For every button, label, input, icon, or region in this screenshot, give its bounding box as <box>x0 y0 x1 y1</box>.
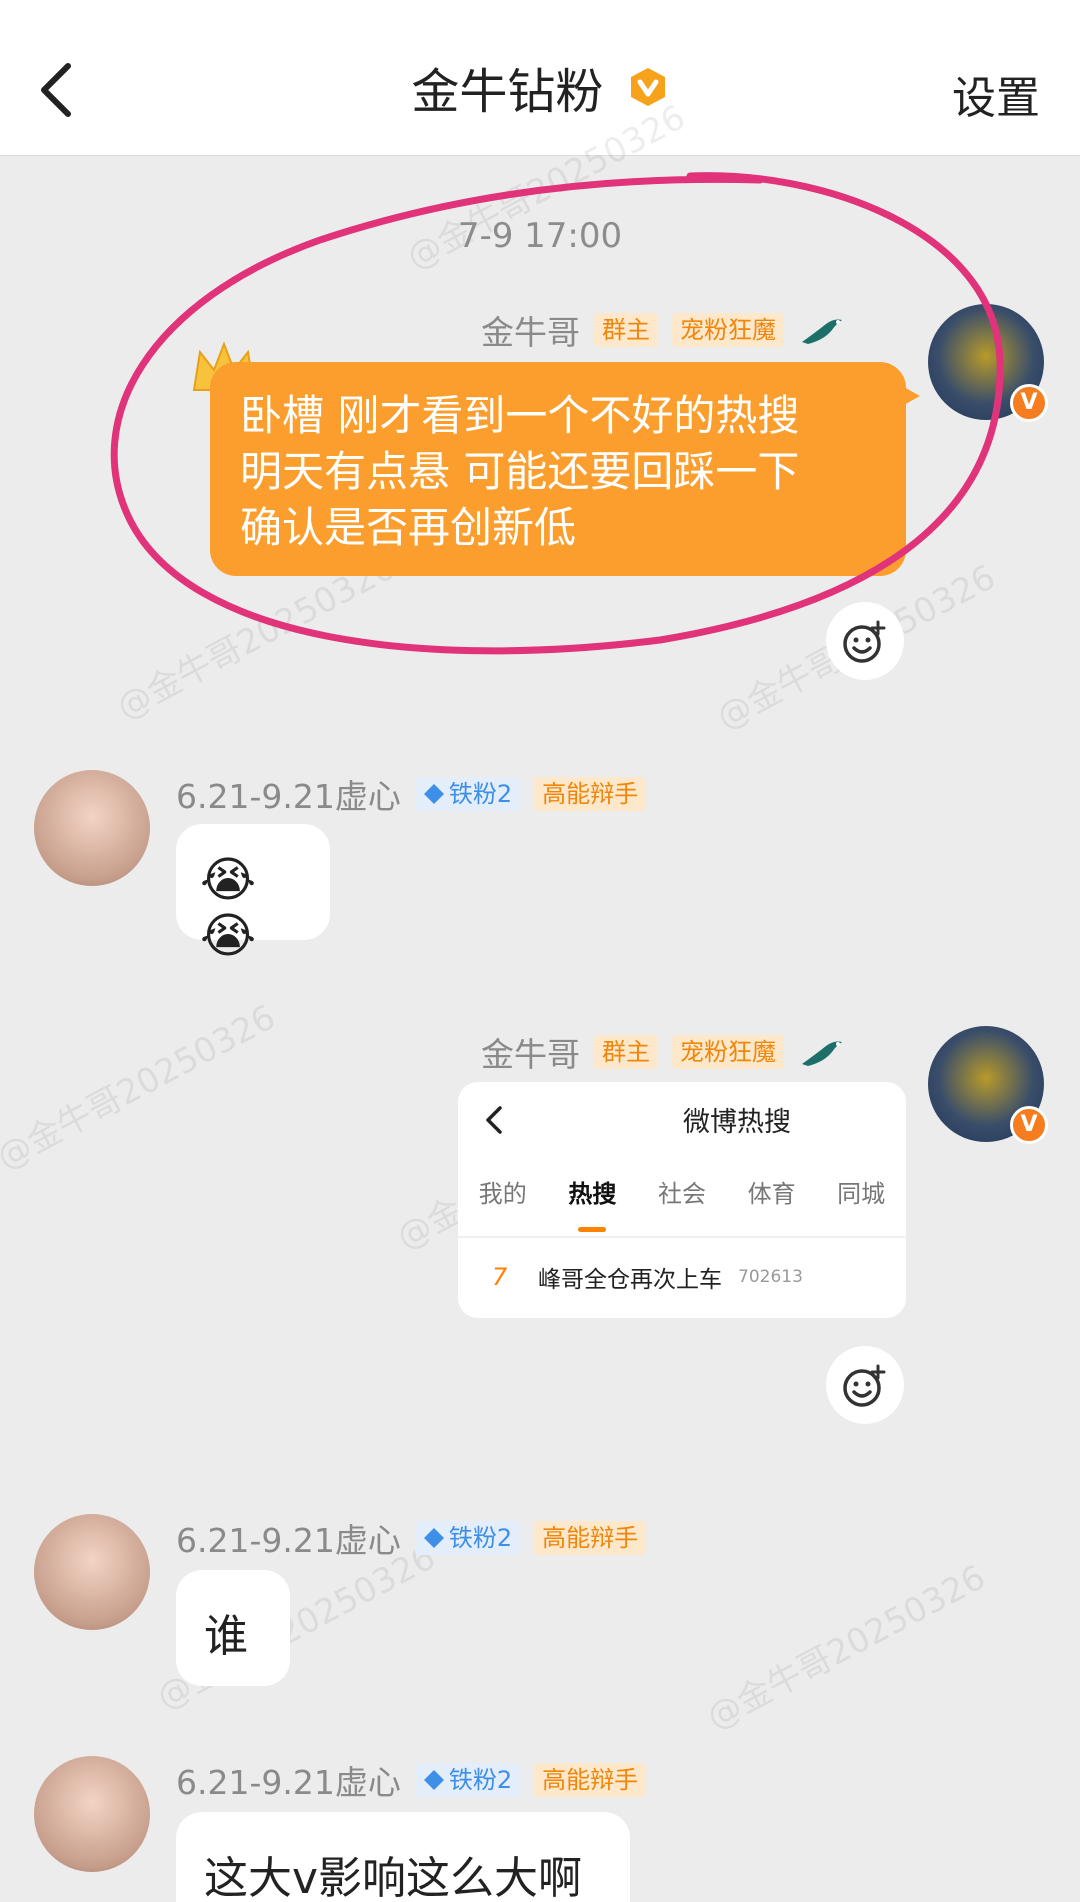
fan-title-tag: 宠粉狂魔 <box>672 313 784 347</box>
rank-number: 7 <box>492 1263 508 1291</box>
magpie-icon <box>802 319 842 344</box>
fan-level-badge: 铁粉2 <box>414 1763 521 1797</box>
group-name: 金牛钻粉 <box>411 64 604 120</box>
message-line: 确认是否再创新低 <box>240 503 577 552</box>
fan-title-tag: 宠粉狂魔 <box>672 1035 784 1069</box>
title-tag: 高能辩手 <box>534 1763 647 1797</box>
topic-title: 峰哥全仓再次上车 <box>538 1267 722 1293</box>
message-timestamp: 7-9 17:00 <box>457 216 623 256</box>
sender-info: 6.21-9.21虚心 铁粉2 高能辩手 <box>176 1514 647 1562</box>
message-line: 明天有点悬 可能还要回踩一下 <box>240 447 800 496</box>
chat-title: 金牛钻粉 <box>0 52 1080 122</box>
verified-badge-icon <box>630 68 665 106</box>
tab-society: 社会 <box>657 1180 706 1208</box>
sender-name: 金牛哥 <box>481 313 580 352</box>
verified-v-icon: V <box>1010 384 1048 422</box>
tab-hot-search: 热搜 <box>568 1174 616 1232</box>
fan-level-badge: 铁粉2 <box>414 1521 521 1555</box>
add-reaction-button[interactable] <box>826 1346 904 1424</box>
heat-count: 702613 <box>738 1267 803 1287</box>
add-reaction-button[interactable] <box>826 602 904 680</box>
sender-name: 金牛哥 <box>481 1035 580 1074</box>
card-title: 微博热搜 <box>683 1107 791 1138</box>
diamond-icon <box>423 1770 444 1790</box>
smiley-plus-icon <box>843 1364 886 1407</box>
top-bar: 金牛钻粉 设置 <box>0 0 1080 156</box>
verified-v-icon: V <box>1010 1106 1048 1144</box>
avatar[interactable]: V <box>928 1026 1048 1144</box>
card-tabs: 我的 热搜 社会 体育 同城 <box>458 1174 906 1232</box>
settings-button[interactable]: 设置 <box>952 62 1040 126</box>
smiley-plus-icon <box>843 620 886 663</box>
annotation-circle <box>110 172 1004 655</box>
watermark: @金牛哥20250326 <box>700 1557 993 1738</box>
sender-name: 6.21-9.21虚心 <box>176 1521 401 1560</box>
sender-info: 6.21-9.21虚心 铁粉2 高能辩手 <box>176 770 647 818</box>
tab-sports: 体育 <box>747 1180 796 1208</box>
sender-info: 6.21-9.21虚心 铁粉2 高能辩手 <box>176 1756 647 1804</box>
group-owner-tag: 群主 <box>594 313 658 347</box>
sender-info: 金牛哥 群主 宠粉狂魔 <box>481 1028 846 1076</box>
sender-name: 6.21-9.21虚心 <box>176 777 401 816</box>
title-tag: 高能辩手 <box>534 777 647 811</box>
avatar[interactable] <box>34 1514 150 1630</box>
avatar[interactable]: V <box>928 304 1048 422</box>
tab-mine: 我的 <box>478 1180 527 1208</box>
fan-level-badge: 铁粉2 <box>414 777 521 811</box>
fan-level-text: 铁粉2 <box>448 1524 513 1552</box>
divider <box>458 1236 906 1238</box>
hot-search-screenshot[interactable]: 微博热搜 我的 热搜 社会 体育 同城 7 峰哥全仓再次上车 702613 <box>458 1082 906 1318</box>
message-line: 卧槽 刚才看到一个不好的热搜 <box>240 391 800 440</box>
message-bubble[interactable]: 这大v影响这么大啊 <box>176 1812 630 1902</box>
diamond-icon <box>423 784 444 804</box>
tab-local: 同城 <box>837 1180 886 1208</box>
message-bubble[interactable]: 谁 <box>176 1570 290 1686</box>
diamond-icon <box>423 1528 444 1548</box>
avatar[interactable] <box>34 1756 150 1872</box>
title-tag: 高能辩手 <box>534 1521 647 1555</box>
fan-level-text: 铁粉2 <box>448 780 513 808</box>
fan-level-text: 铁粉2 <box>448 1766 513 1794</box>
avatar[interactable] <box>34 770 150 886</box>
sender-info: 金牛哥 群主 宠粉狂魔 <box>481 306 846 354</box>
message-bubble[interactable]: 卧槽 刚才看到一个不好的热搜 明天有点悬 可能还要回踩一下 确认是否再创新低 <box>210 362 920 576</box>
magpie-icon <box>802 1041 842 1066</box>
sender-name: 6.21-9.21虚心 <box>176 1763 401 1802</box>
watermark: @金牛哥20250326 <box>0 997 283 1178</box>
hot-search-row: 7 峰哥全仓再次上车 702613 <box>492 1260 886 1294</box>
group-owner-tag: 群主 <box>594 1035 658 1069</box>
message-bubble[interactable]: 😭😭 <box>176 824 330 964</box>
